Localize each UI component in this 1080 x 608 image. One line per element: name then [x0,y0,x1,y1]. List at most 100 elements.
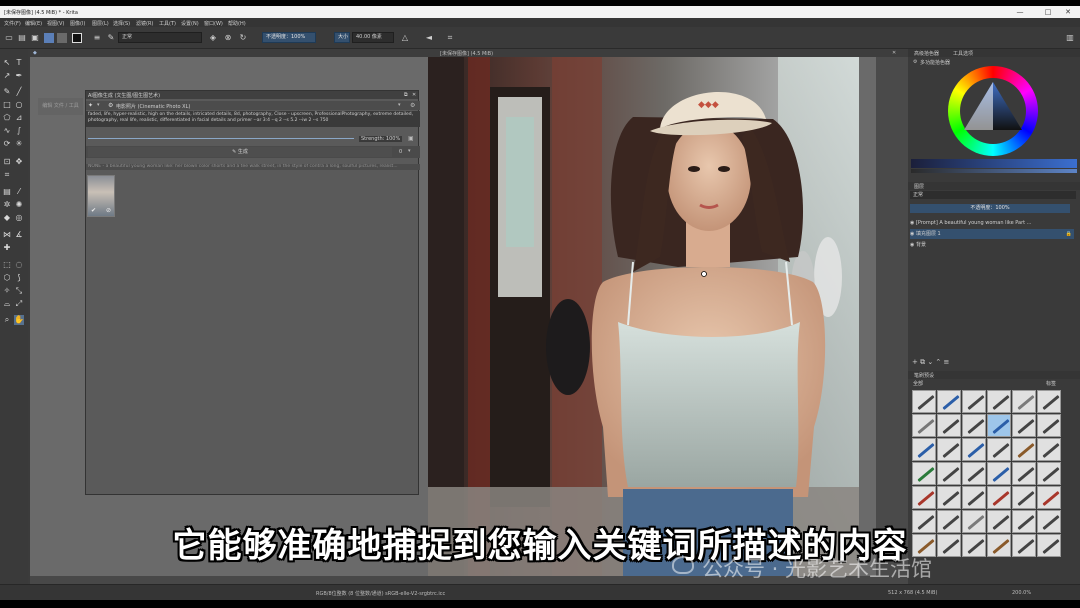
bezier-select-icon[interactable]: ⌓ [2,299,12,309]
menu-layer[interactable]: 图层(L) [92,20,109,27]
zoom-status[interactable]: 200.0% [1012,590,1031,596]
brush-preset[interactable] [1012,390,1036,413]
brush-preset[interactable] [1037,414,1061,437]
multibrush-icon[interactable]: ✳ [14,139,24,149]
layer-item[interactable]: ◉ 背景 [910,240,1074,250]
freehand-path-icon[interactable]: ∫ [14,126,24,136]
opacity-slider[interactable]: 不透明度：100% [262,32,316,43]
ellipse-tool-icon[interactable]: ○ [14,100,24,110]
freehand-brush-icon[interactable]: ✎ [2,87,12,97]
reload-icon[interactable]: ↻ [238,33,248,43]
brush-preset[interactable] [937,438,961,461]
queue-dropdown-icon[interactable]: ▾ [408,148,411,154]
brush-preset[interactable] [912,438,936,461]
brush-preset[interactable] [912,486,936,509]
enclose-fill-icon[interactable]: ◎ [14,213,24,223]
style-dropdown-icon[interactable]: ▾ [398,102,401,108]
polygon-tool-icon[interactable]: ⬠ [2,113,12,123]
open-folder-icon[interactable]: ▤ [17,33,27,43]
brush-preset[interactable] [987,438,1011,461]
eraser-icon[interactable]: ◈ [208,33,218,43]
reference-tool-icon[interactable]: ✚ [2,243,12,253]
assistant-tool-icon[interactable]: ⋈ [2,230,12,240]
settings-icon[interactable]: ⚙ [913,59,917,65]
color-tab-advanced[interactable]: 高级拾色器 [914,50,939,57]
brush-presets-icon[interactable]: ≡ [92,33,102,43]
document-close-icon[interactable]: ✕ [892,50,896,56]
crop-tool-icon[interactable]: ⌗ [2,170,12,180]
menu-image[interactable]: 图像(I) [70,20,85,27]
gradient-swatch-icon[interactable] [44,33,54,43]
workspace-icon[interactable]: ▥ [1065,33,1075,43]
magic-wand-icon[interactable]: ✦ [88,102,93,109]
pattern-swatch-icon[interactable] [57,33,67,43]
crop-icon[interactable]: ⌗ [445,33,455,43]
brush-preset[interactable] [962,438,986,461]
strength-slider[interactable] [88,138,354,139]
size-slider[interactable]: 40.00 像素 [352,32,394,43]
brush-preset[interactable] [937,414,961,437]
menu-view[interactable]: 视图(V) [47,20,64,27]
gradient-tool-icon[interactable]: ▤ [2,187,12,197]
measure-tool-icon[interactable]: ∡ [14,230,24,240]
brush-preset[interactable] [962,414,986,437]
polygon-select-icon[interactable]: ⬡ [2,273,12,283]
similar-select-icon[interactable]: ⤡ [14,286,24,296]
document-tab-icon[interactable]: ◆ [33,50,37,56]
brush-preset[interactable] [912,390,936,413]
generated-thumbnail[interactable]: ✔ ⊘ [87,175,115,217]
lock-icon[interactable]: 🔒 [1066,229,1072,239]
brush-preset[interactable] [912,414,936,437]
minimize-button[interactable]: — [1010,7,1030,17]
canvas-vertical-scrollbar[interactable] [876,57,908,576]
menu-file[interactable]: 文件(F) [4,20,21,27]
brush-preset-selected[interactable] [987,414,1011,437]
brush-preset[interactable] [937,462,961,485]
brush-preset[interactable] [987,462,1011,485]
chevron-down-icon[interactable]: ▾ [97,102,100,108]
calligraphy-icon[interactable]: ✒ [14,71,24,81]
strength-value[interactable]: Strength: 100% [359,136,403,142]
document-title[interactable]: [未保存图像] (4.5 MiB) [440,50,493,57]
checkmark-icon[interactable]: ✔ [91,207,96,214]
brush-preset[interactable] [937,390,961,413]
pan-tool-icon[interactable]: ✋ [14,315,24,325]
canvas[interactable]: 编辑 文件 / 工具 AI图像生成 (文生图/图生图艺术) ⧉ ✕ ✦ ▾ ⚙ … [30,57,876,576]
brush-preset[interactable] [962,462,986,485]
blend-mode-select[interactable]: 正常 [118,32,202,43]
new-document-icon[interactable]: ▭ [4,33,14,43]
close-button[interactable]: ✕ [1058,7,1078,17]
menu-select[interactable]: 选择(S) [113,20,130,27]
freehand-select-icon[interactable]: ⟆ [14,273,24,283]
select-shapes-icon[interactable]: ↖ [2,58,12,68]
prompt-input[interactable]: faded, life, hyper-realistic, high on th… [86,111,420,127]
menu-filter[interactable]: 滤镜(R) [136,20,153,27]
layer-opacity-slider[interactable]: 不透明度：100% [910,204,1070,213]
menu-edit[interactable]: 编辑(E) [25,20,42,27]
line-tool-icon[interactable]: ╱ [14,87,24,97]
fill-tool-icon[interactable]: ◆ [2,213,12,223]
move-tool-icon[interactable]: ✥ [14,157,24,167]
rectangle-tool-icon[interactable]: □ [2,100,12,110]
color-tab-tool-options[interactable]: 工具选项 [953,50,973,57]
image-icon[interactable]: ▣ [408,135,414,142]
transform-icon[interactable]: ⊡ [2,157,12,167]
brush-preset[interactable] [1012,462,1036,485]
zoom-tool-icon[interactable]: ⌕ [2,315,12,325]
color-wheel[interactable] [948,66,1038,156]
magnetic-select-icon[interactable]: ⤢ [14,299,24,309]
brush-tag-select[interactable]: 标签 [1046,380,1076,388]
bezier-tool-icon[interactable]: ∿ [2,126,12,136]
dynamic-brush-icon[interactable]: ⟳ [2,139,12,149]
generate-button[interactable]: ✎ 生成 [88,147,392,157]
color-history[interactable] [911,169,1077,173]
discard-icon[interactable]: ⊘ [106,207,111,214]
rect-select-icon[interactable]: ⬚ [2,260,12,270]
brush-settings-icon[interactable]: ✎ [106,33,116,43]
side-panel-button[interactable]: 编辑 文件 / 工具 [38,98,83,115]
brush-preset[interactable] [1012,414,1036,437]
flip-icon[interactable]: ◄ [424,33,434,43]
settings-icon[interactable]: ⚙ [410,102,415,109]
text-tool-icon[interactable]: T [14,58,24,68]
menu-window[interactable]: 窗口(W) [204,20,223,27]
